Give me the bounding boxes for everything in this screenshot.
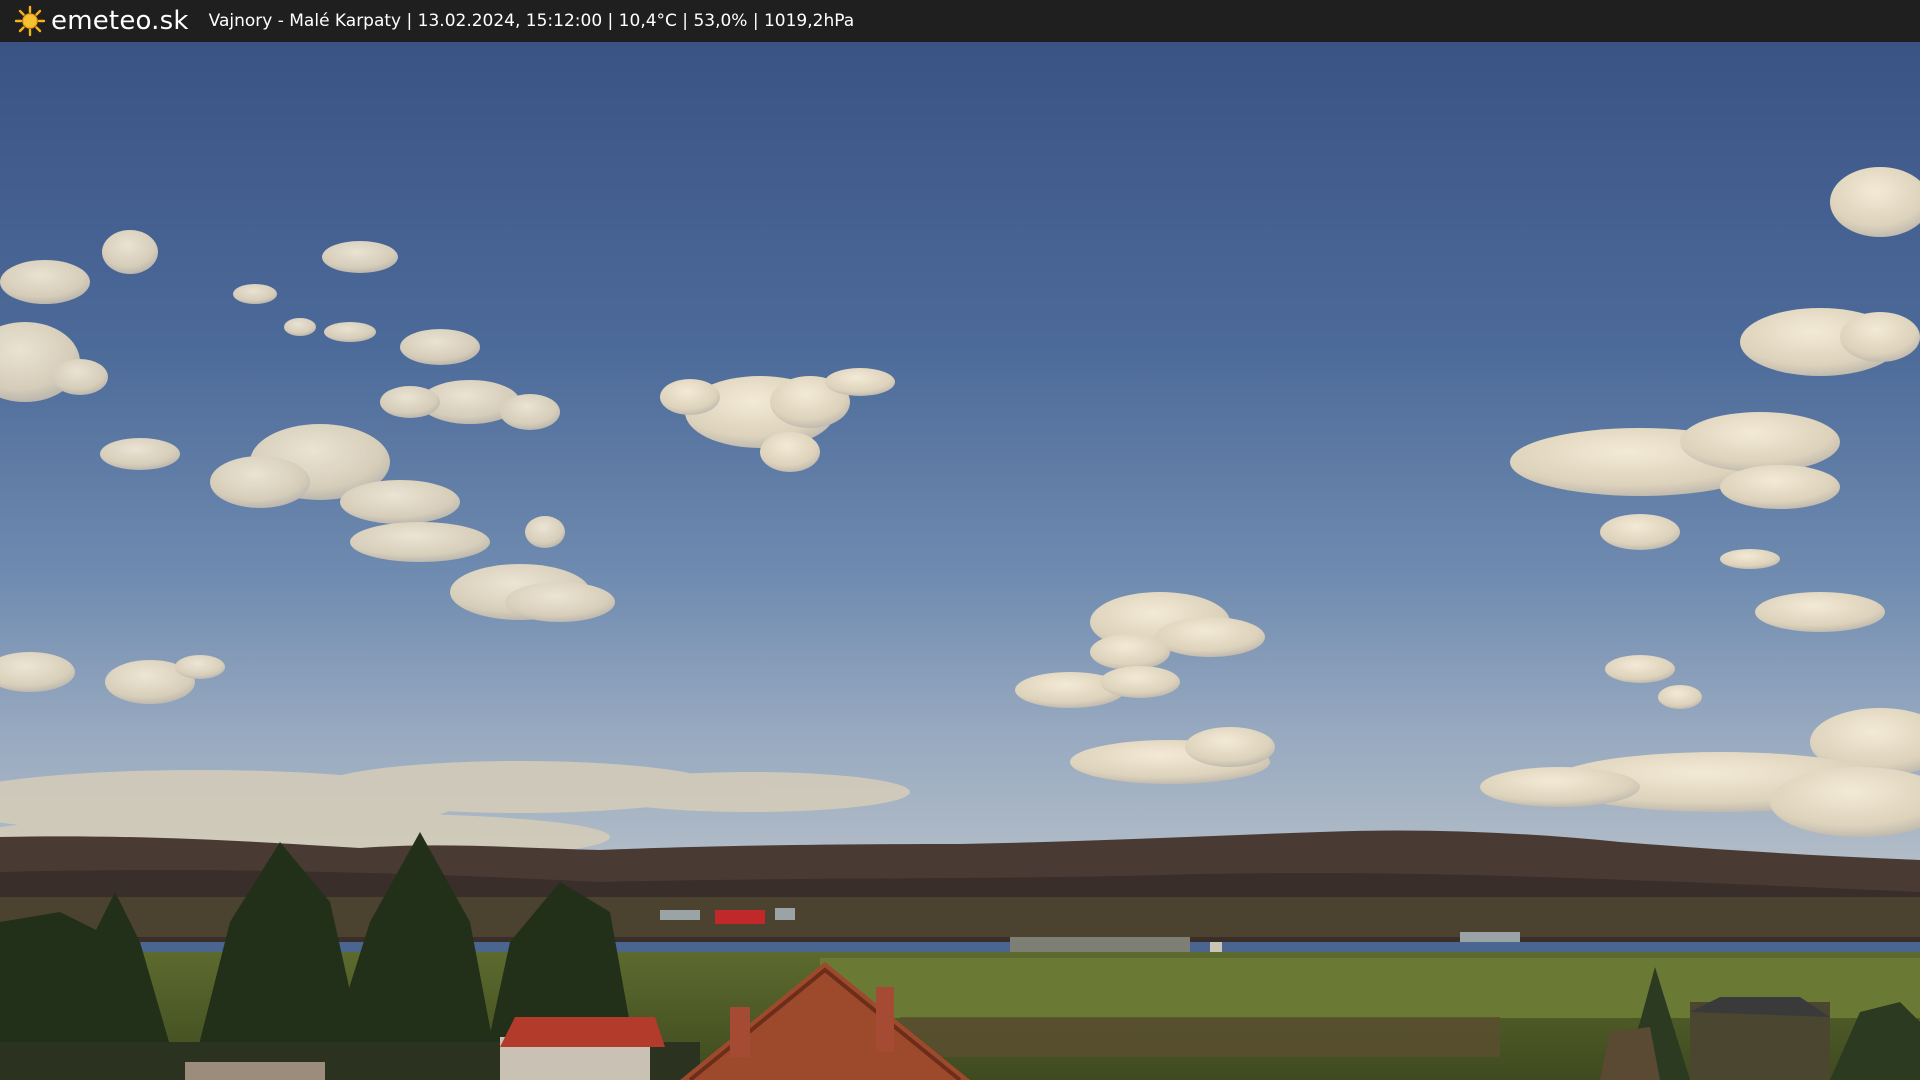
red-building <box>715 910 765 924</box>
site-logo[interactable]: emeteo.sk <box>14 5 189 37</box>
webcam-image <box>0 42 1920 1080</box>
top-bar: emeteo.sk Vajnory - Malé Karpaty | 13.02… <box>0 0 1920 42</box>
webcam-caption: Vajnory - Malé Karpaty | 13.02.2024, 15:… <box>208 11 855 31</box>
bushes <box>900 1017 1500 1057</box>
logo-text: emeteo.sk <box>51 6 189 36</box>
sun-icon <box>14 5 46 37</box>
